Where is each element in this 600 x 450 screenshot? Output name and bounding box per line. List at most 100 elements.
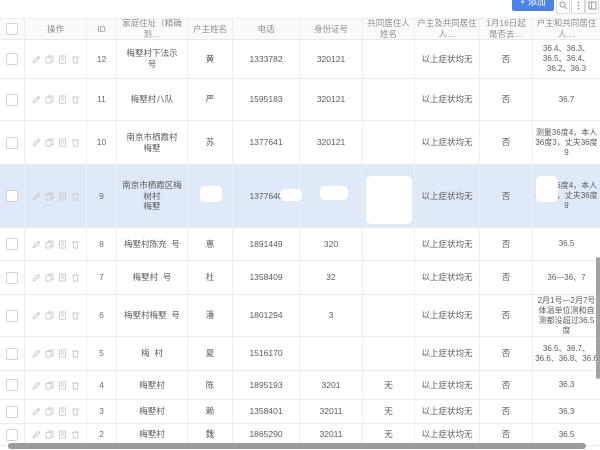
more-icon-button[interactable] <box>571 0 585 14</box>
row-operations <box>25 165 87 227</box>
cell-address: 梅墅村八队 <box>117 79 188 120</box>
edit-icon[interactable] <box>32 240 41 249</box>
row-checkbox[interactable] <box>6 190 18 202</box>
detail-icon[interactable] <box>58 55 67 64</box>
edit-icon[interactable] <box>32 407 41 416</box>
delete-icon[interactable] <box>71 381 80 390</box>
cell-idcard: 32011 <box>300 400 363 423</box>
row-checkbox[interactable] <box>6 429 18 441</box>
search-icon-button[interactable] <box>556 0 570 14</box>
table-row[interactable]: 6 梅墅村梅墅 号 潘 1801294 3 以上症状均无 否 2月1号—2月7号… <box>0 295 600 337</box>
table-row[interactable]: 11 梅墅村八队 严 1595183 320121 以上症状均无 否 36.7 <box>0 79 600 121</box>
cell-idcard <box>300 337 363 370</box>
delete-icon[interactable] <box>71 273 80 282</box>
detail-icon[interactable] <box>58 95 67 104</box>
cell-name: 陈 <box>188 371 233 399</box>
horizontal-scrollbar[interactable] <box>8 443 586 449</box>
cell-id: 5 <box>87 337 117 370</box>
row-checkbox[interactable] <box>6 406 18 418</box>
select-all-checkbox[interactable] <box>6 23 18 35</box>
row-checkbox[interactable] <box>6 137 18 149</box>
column-settings-icon-button[interactable] <box>585 0 599 14</box>
edit-icon[interactable] <box>32 381 41 390</box>
cell-cohabitants <box>363 295 415 336</box>
cell-idcard: 32 <box>300 261 363 294</box>
detail-icon[interactable] <box>58 430 67 439</box>
row-checkbox[interactable] <box>6 348 18 360</box>
cell-phone: 1895193 <box>233 371 300 399</box>
delete-icon[interactable] <box>71 192 80 201</box>
edit-icon[interactable] <box>32 430 41 439</box>
cell-idcard: 320121 <box>300 121 363 164</box>
copy-icon[interactable] <box>45 55 54 64</box>
table-row[interactable]: 3 梅墅村 赖 1358401 32011 无 以上症状均无 否 36.3 <box>0 400 600 424</box>
row-checkbox[interactable] <box>6 238 18 250</box>
table-row[interactable]: 5 梅 村 夏 1516170 以上症状均无 否 36.5、36.7、36.6、… <box>0 337 600 371</box>
cell-temperature: 36.4、36.3、36.5、36.4、36.2、36.3 <box>533 40 600 78</box>
copy-icon[interactable] <box>45 407 54 416</box>
cell-jan16: 否 <box>480 424 533 445</box>
table-row[interactable]: 10 南京市栖霞村 梅墅 苏 1377641 320121 以上症状均无 否 测… <box>0 121 600 165</box>
edit-icon[interactable] <box>32 349 41 358</box>
cell-id: 11 <box>87 79 117 120</box>
edit-icon[interactable] <box>32 192 41 201</box>
copy-icon[interactable] <box>45 349 54 358</box>
detail-icon[interactable] <box>58 273 67 282</box>
cell-id: 8 <box>87 228 117 260</box>
row-checkbox[interactable] <box>6 379 18 391</box>
edit-icon[interactable] <box>32 95 41 104</box>
edit-icon[interactable] <box>32 55 41 64</box>
edit-icon[interactable] <box>32 273 41 282</box>
delete-icon[interactable] <box>71 138 80 147</box>
delete-icon[interactable] <box>71 311 80 320</box>
cell-jan16: 否 <box>480 40 533 78</box>
table-row[interactable]: 12 梅墅村下法示 号 黄 1333782 320121 以上症状均无 否 36… <box>0 40 600 79</box>
col-header-operations: 操作 <box>25 19 87 39</box>
detail-icon[interactable] <box>58 349 67 358</box>
copy-icon[interactable] <box>45 381 54 390</box>
delete-icon[interactable] <box>71 95 80 104</box>
edit-icon[interactable] <box>32 311 41 320</box>
row-checkbox[interactable] <box>6 94 18 106</box>
delete-icon[interactable] <box>71 349 80 358</box>
delete-icon[interactable] <box>71 240 80 249</box>
copy-icon[interactable] <box>45 95 54 104</box>
cell-name: 严 <box>188 79 233 120</box>
table-row[interactable]: 8 梅墅村陈充 号 惠 1891449 320 以上症状均无 否 36.5 <box>0 228 600 261</box>
detail-icon[interactable] <box>58 407 67 416</box>
copy-icon[interactable] <box>45 240 54 249</box>
copy-icon[interactable] <box>45 138 54 147</box>
edit-icon[interactable] <box>32 138 41 147</box>
row-operations <box>25 40 87 78</box>
row-checkbox[interactable] <box>6 310 18 322</box>
table-row[interactable]: 4 梅墅村 陈 1895193 3201 无 以上症状均无 否 36.3 <box>0 371 600 400</box>
cell-symptoms: 以上症状均无 <box>415 165 480 227</box>
row-operations <box>25 424 87 445</box>
row-operations <box>25 261 87 294</box>
copy-icon[interactable] <box>45 430 54 439</box>
detail-icon[interactable] <box>58 240 67 249</box>
copy-icon[interactable] <box>45 192 54 201</box>
delete-icon[interactable] <box>71 430 80 439</box>
copy-icon[interactable] <box>45 311 54 320</box>
delete-icon[interactable] <box>71 407 80 416</box>
table-row[interactable]: 7 梅墅村 号 杜 1358409 32 以上症状均无 否 36—36、7 <box>0 261 600 295</box>
row-operations <box>25 295 87 336</box>
cell-name: 夏 <box>188 337 233 370</box>
row-select-cell <box>0 424 25 445</box>
detail-icon[interactable] <box>58 311 67 320</box>
copy-icon[interactable] <box>45 273 54 282</box>
cell-id: 7 <box>87 261 117 294</box>
cell-address: 梅 村 <box>117 337 188 370</box>
row-checkbox[interactable] <box>6 272 18 284</box>
detail-icon[interactable] <box>58 192 67 201</box>
detail-icon[interactable] <box>58 381 67 390</box>
cell-jan16: 否 <box>480 121 533 164</box>
cell-name: 黄 <box>188 40 233 78</box>
cell-id: 12 <box>87 40 117 78</box>
add-button[interactable]: + 添加 <box>512 0 554 11</box>
row-checkbox[interactable] <box>6 53 18 65</box>
vertical-scrollbar[interactable] <box>596 257 600 379</box>
detail-icon[interactable] <box>58 138 67 147</box>
delete-icon[interactable] <box>71 55 80 64</box>
